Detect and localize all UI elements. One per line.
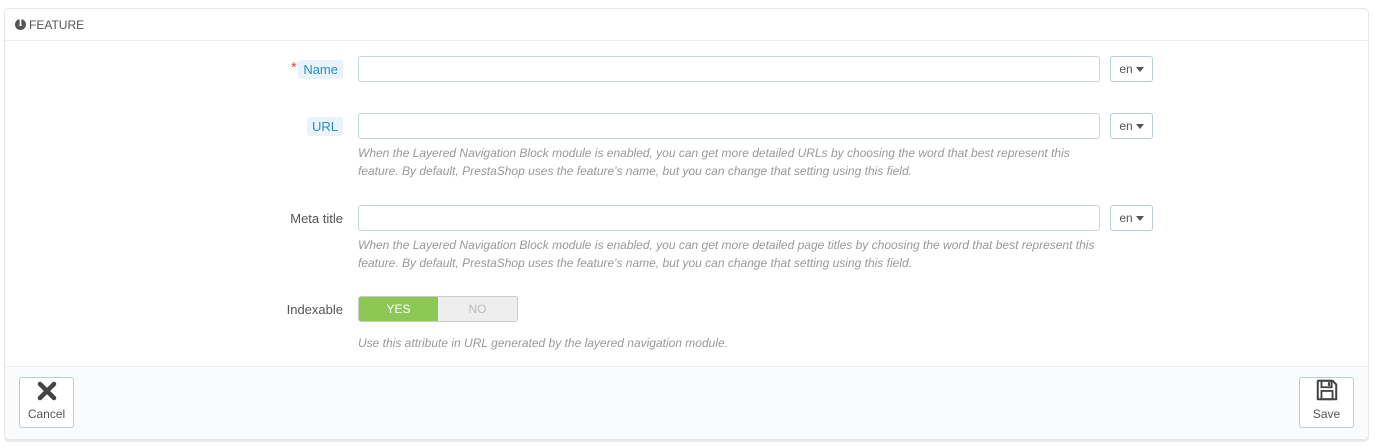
save-button[interactable]: Save [1299, 377, 1354, 428]
url-label: URL [306, 117, 343, 136]
meta-title-help-text: When the Layered Navigation Block module… [358, 238, 1095, 270]
name-row: * Name en [5, 55, 1368, 83]
indexable-no-option[interactable]: NO [438, 297, 517, 321]
panel-title: FEATURE [29, 17, 85, 32]
indexable-label: Indexable [286, 302, 343, 317]
indexable-help-text: Use this attribute in URL generated by t… [358, 336, 729, 350]
panel-footer: Cancel Save [5, 366, 1368, 439]
panel-heading: i FEATURE [5, 9, 1368, 41]
caret-down-icon [1135, 215, 1144, 221]
caret-down-icon [1135, 66, 1144, 72]
meta-title-input[interactable] [358, 205, 1100, 231]
required-marker: * [291, 59, 297, 76]
name-language-dropdown[interactable]: en [1110, 56, 1153, 82]
meta-title-language-dropdown[interactable]: en [1110, 205, 1153, 231]
language-code: en [1119, 62, 1133, 76]
meta-title-label: Meta title [290, 211, 343, 226]
feature-panel: i FEATURE * Name en URL en When the Laye… [4, 8, 1369, 440]
url-input[interactable] [358, 113, 1100, 139]
info-circle-icon: i [15, 19, 26, 30]
url-language-dropdown[interactable]: en [1110, 113, 1153, 139]
indexable-switch[interactable]: YES NO [358, 296, 518, 322]
language-code: en [1119, 119, 1133, 133]
caret-down-icon [1135, 123, 1144, 129]
close-icon [37, 381, 56, 401]
language-code: en [1119, 211, 1133, 225]
indexable-row: Indexable YES NO Use this attribute in U… [5, 295, 1368, 355]
cancel-button[interactable]: Cancel [19, 377, 74, 428]
cancel-label: Cancel [27, 407, 66, 421]
meta-title-row: Meta title en When the Layered Navigatio… [5, 204, 1368, 274]
url-help-text: When the Layered Navigation Block module… [358, 146, 1070, 178]
name-input[interactable] [358, 56, 1100, 82]
name-label: Name [298, 60, 343, 79]
save-icon [1316, 379, 1337, 401]
save-label: Save [1312, 407, 1341, 421]
url-row: URL en When the Layered Navigation Block… [5, 112, 1368, 182]
indexable-yes-option[interactable]: YES [359, 297, 438, 321]
